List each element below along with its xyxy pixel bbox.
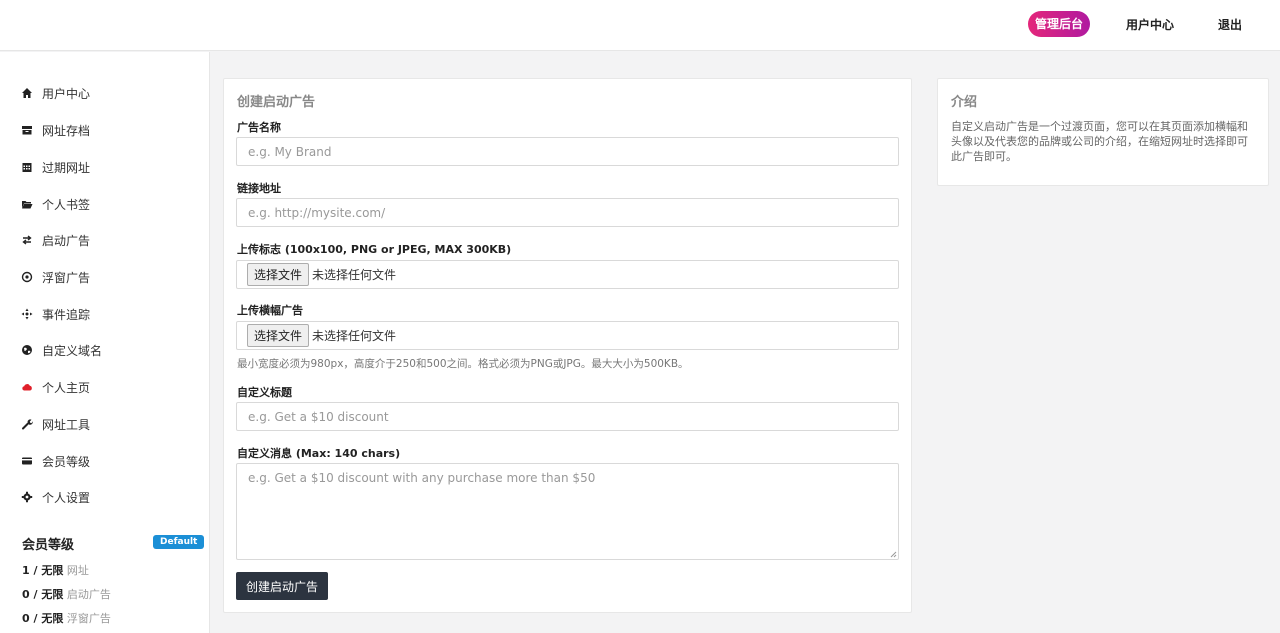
intro-title: 介绍 bbox=[951, 95, 978, 110]
sidebar-item-settings[interactable]: 个人设置 bbox=[20, 487, 90, 507]
logo-upload-label: 上传标志 (100x100, PNG or JPEG, MAX 300KB) bbox=[237, 243, 512, 256]
ad-name-label: 广告名称 bbox=[237, 121, 281, 134]
sidebar-item-label: 个人书签 bbox=[42, 197, 91, 212]
gear-icon bbox=[20, 490, 34, 504]
link-input[interactable]: e.g. http://mysite.com/ bbox=[236, 198, 899, 227]
sidebar-item-label: 会员等级 bbox=[42, 454, 91, 469]
membership-title: 会员等级 bbox=[22, 538, 75, 553]
banner-choose-file-button[interactable]: 选择文件 bbox=[247, 324, 310, 347]
create-splash-form-card: 创建启动广告 广告名称 e.g. My Brand 链接地址 e.g. http… bbox=[223, 78, 912, 613]
banner-file-input[interactable]: 选择文件 未选择任何文件 bbox=[236, 321, 899, 350]
crosshair-icon bbox=[20, 307, 34, 321]
resize-handle-icon[interactable] bbox=[889, 550, 897, 558]
logout-link[interactable]: 退出 bbox=[1218, 16, 1242, 33]
wrench-icon bbox=[20, 417, 34, 431]
sidebar-item-profile-page[interactable]: 个人主页 bbox=[20, 377, 90, 397]
sidebar-item-user-center[interactable]: 用户中心 bbox=[20, 83, 90, 103]
banner-help-text: 最小宽度必须为980px，高度介于250和500之间。格式必须为PNG或JPG。… bbox=[237, 358, 689, 370]
cloud-icon bbox=[20, 380, 34, 394]
intro-text: 自定义启动广告是一个过渡页面，您可以在其页面添加横幅和头像以及代表您的品牌或公司… bbox=[951, 120, 1248, 163]
custom-title-input[interactable]: e.g. Get a $10 discount bbox=[236, 402, 899, 431]
top-bar: 管理后台 用户中心 退出 bbox=[0, 0, 1280, 51]
stat-label: 启动广告 bbox=[66, 588, 111, 601]
sidebar-item-membership[interactable]: 会员等级 bbox=[20, 451, 90, 471]
stat-count: 1 / 无限 bbox=[22, 564, 64, 577]
folder-open-icon bbox=[20, 197, 34, 211]
stat-count: 0 / 无限 bbox=[22, 612, 64, 625]
intro-card: 介绍 自定义启动广告是一个过渡页面，您可以在其页面添加横幅和头像以及代表您的品牌… bbox=[937, 78, 1269, 186]
logo-file-input[interactable]: 选择文件 未选择任何文件 bbox=[236, 260, 899, 289]
sidebar-item-label: 网址存档 bbox=[42, 123, 91, 138]
credit-card-icon bbox=[20, 454, 34, 468]
sidebar-item-event-tracking[interactable]: 事件追踪 bbox=[20, 304, 90, 324]
membership-stat: 0 / 无限 启动广告 bbox=[22, 586, 111, 602]
sidebar-item-label: 自定义域名 bbox=[42, 343, 103, 358]
sidebar-item-label: 启动广告 bbox=[42, 233, 91, 248]
ad-name-input[interactable]: e.g. My Brand bbox=[236, 137, 899, 166]
link-label: 链接地址 bbox=[237, 182, 281, 195]
create-splash-ad-button[interactable]: 创建启动广告 bbox=[236, 572, 329, 600]
swap-icon bbox=[20, 233, 34, 247]
archive-icon bbox=[20, 123, 34, 137]
sidebar-item-label: 过期网址 bbox=[42, 160, 91, 175]
sidebar-item-label: 网址工具 bbox=[42, 417, 91, 432]
sidebar-item-label: 用户中心 bbox=[42, 86, 91, 101]
logo-file-status: 未选择任何文件 bbox=[312, 268, 397, 282]
banner-file-status: 未选择任何文件 bbox=[312, 329, 397, 343]
stat-label: 网址 bbox=[66, 564, 89, 577]
membership-stat: 1 / 无限 网址 bbox=[22, 562, 89, 578]
calendar-icon bbox=[20, 160, 34, 174]
sidebar-item-bookmarks[interactable]: 个人书签 bbox=[20, 194, 90, 214]
sidebar-item-label: 个人主页 bbox=[42, 380, 91, 395]
banner-upload-label: 上传横幅广告 bbox=[237, 304, 303, 317]
membership-stat: 0 / 无限 浮窗广告 bbox=[22, 610, 111, 626]
circle-dot-icon bbox=[20, 270, 34, 284]
sidebar-item-overlay-ads[interactable]: 浮窗广告 bbox=[20, 267, 90, 287]
admin-button[interactable]: 管理后台 bbox=[1028, 11, 1091, 37]
custom-message-textarea[interactable]: e.g. Get a $10 discount with any purchas… bbox=[236, 463, 899, 560]
sidebar-item-label: 个人设置 bbox=[42, 490, 91, 505]
sidebar-item-custom-domain[interactable]: 自定义域名 bbox=[20, 340, 102, 360]
custom-message-placeholder: e.g. Get a $10 discount with any purchas… bbox=[248, 471, 596, 485]
stat-label: 浮窗广告 bbox=[66, 612, 111, 625]
sidebar-item-url-tools[interactable]: 网址工具 bbox=[20, 414, 90, 434]
sidebar-item-archive[interactable]: 网址存档 bbox=[20, 120, 90, 140]
custom-title-label: 自定义标题 bbox=[237, 386, 292, 399]
custom-message-label: 自定义消息 (Max: 140 chars) bbox=[237, 447, 401, 460]
user-center-link[interactable]: 用户中心 bbox=[1126, 16, 1174, 33]
sidebar-item-label: 事件追踪 bbox=[42, 307, 91, 322]
form-title: 创建启动广告 bbox=[237, 95, 316, 110]
sidebar-item-expired[interactable]: 过期网址 bbox=[20, 157, 90, 177]
membership-badge: Default bbox=[153, 535, 205, 549]
home-icon bbox=[20, 86, 34, 100]
sidebar: 用户中心 网址存档 过期网址 个人书签 启动广告 浮窗广告 事件追踪 自定义域名… bbox=[0, 52, 210, 633]
globe-icon bbox=[20, 343, 34, 357]
sidebar-item-splash-ads[interactable]: 启动广告 bbox=[20, 230, 90, 250]
logo-choose-file-button[interactable]: 选择文件 bbox=[247, 263, 310, 286]
stat-count: 0 / 无限 bbox=[22, 588, 64, 601]
sidebar-item-label: 浮窗广告 bbox=[42, 270, 91, 285]
